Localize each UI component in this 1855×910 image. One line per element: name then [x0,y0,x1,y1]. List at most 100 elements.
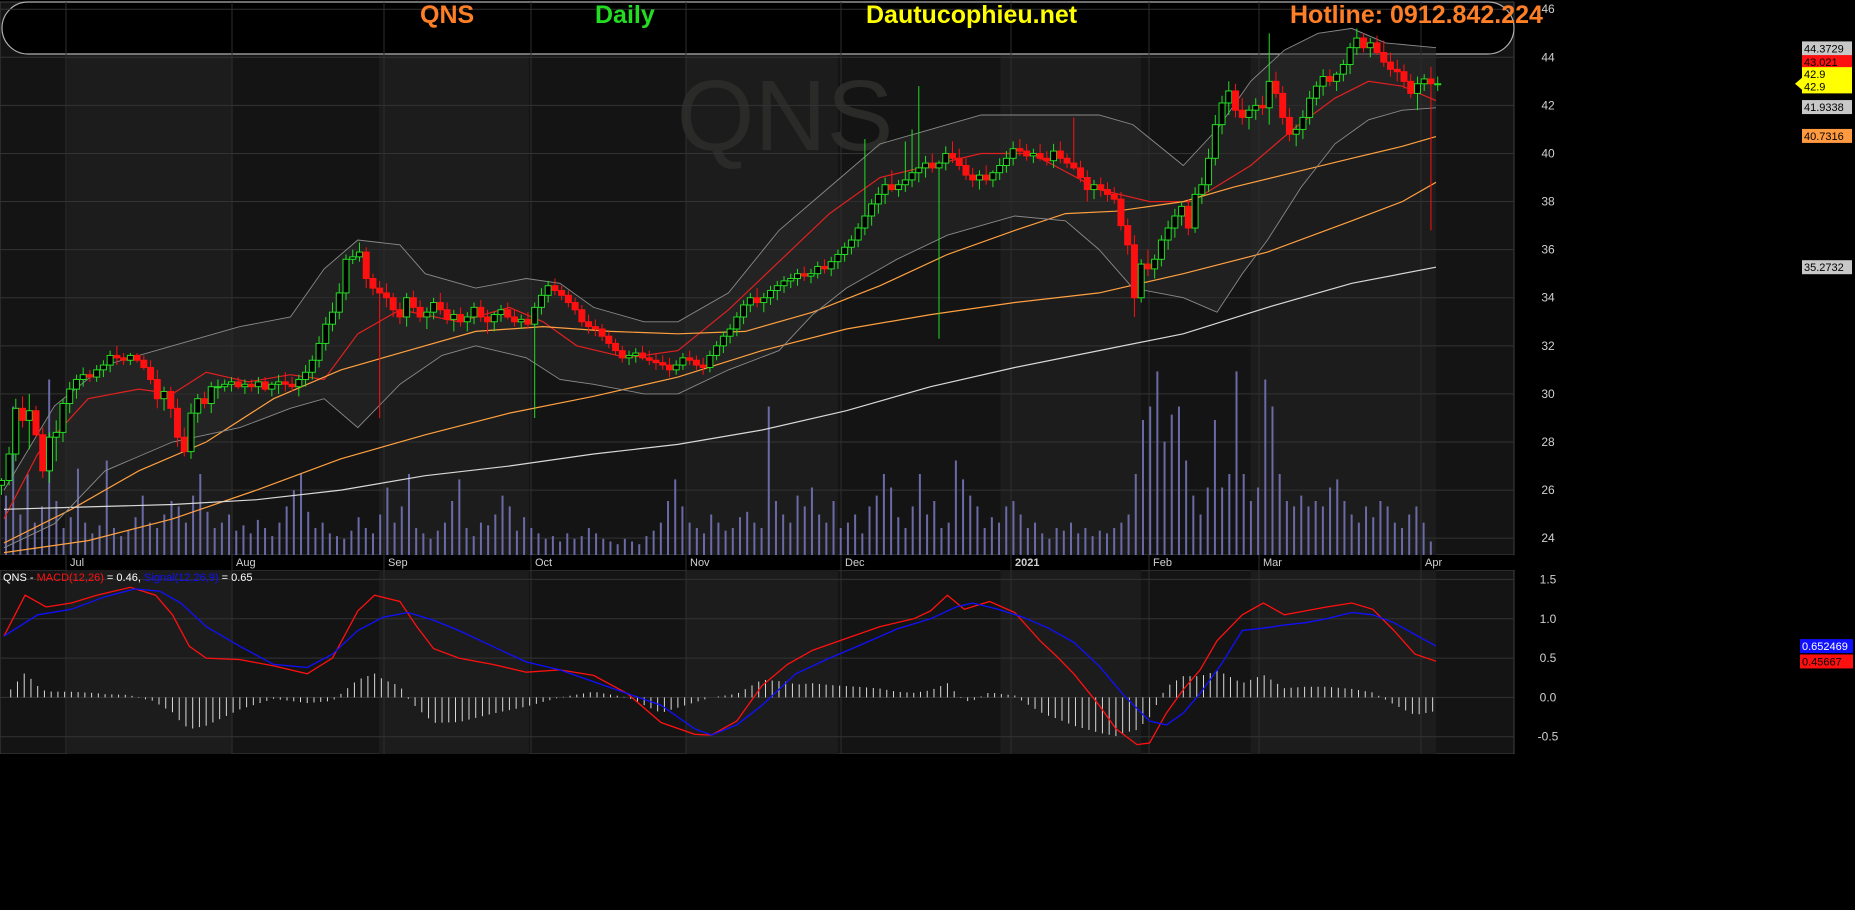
month-band [1000,2,1142,555]
stock-chart: QNS 24 26 28 30 32 34 36 38 40 42 44 46 Jul Aug Sep Oct… [0,0,1855,910]
month-band [67,570,232,754]
candle-body [1198,184,1206,195]
candle-body [382,292,390,299]
candle-body [153,378,161,400]
price-tick-label: 32 [1541,339,1555,353]
candle-body [922,162,930,169]
candle-body [167,391,175,409]
candle-body [1393,68,1401,73]
candle-body [160,391,168,400]
month-band [1250,570,1436,754]
candle-body [861,215,869,229]
candle-body [1346,47,1354,66]
candle-body [207,386,215,405]
candle-body [787,278,795,282]
candle-body [1056,150,1064,159]
candle-body [1157,239,1165,260]
candle-body [1373,42,1381,53]
candle-body [389,297,397,311]
candle-body [248,383,256,388]
candle-body [396,309,404,318]
month-label: Jul [70,557,84,569]
bottom-strip [0,754,1855,910]
month-label: Aug [236,557,256,569]
month-label: Nov [690,557,710,569]
candle-body [847,239,855,248]
candle-body [1070,162,1078,169]
month-label: Dec [845,557,865,569]
candle-body [200,398,208,405]
candle-body [1333,73,1341,82]
candle-body [1036,152,1044,159]
candle-body [537,294,545,308]
candle-body [504,309,512,318]
candle-body [706,354,714,368]
candle-body [1252,104,1260,111]
candle-body [1420,78,1428,85]
candle-body [5,453,13,481]
legend-macd-value: = 0.46, [104,572,144,584]
candle-body [52,431,60,438]
month-band [378,570,529,754]
candle-body [463,316,471,323]
symbol-title: QNS [420,1,475,29]
candle-body [1205,157,1213,186]
candle-body [1299,116,1307,130]
candle-body [793,273,801,280]
candle-body [524,318,532,325]
candle-body [659,362,667,366]
candle-body [881,184,889,195]
month-label: 2021 [1015,557,1039,569]
candle-body [1016,148,1024,152]
candle-body [1279,92,1287,118]
candle-body [120,357,128,361]
candle-body [652,359,660,364]
price-tick-label: 42 [1541,98,1555,112]
candle-body [928,162,936,169]
legend-signal-name: Signal(12,26,9) [144,572,219,584]
candle-body [571,302,579,311]
candle-body [901,179,909,186]
candle-body [295,378,303,388]
candle-body [355,251,363,258]
candle-body [632,352,640,356]
candle-body [726,328,734,337]
month-label: Mar [1263,557,1282,569]
candle-body [66,388,74,405]
candle-body [12,407,20,455]
candle-body [180,436,188,453]
candle-body [1117,198,1125,227]
candle-body [665,364,673,371]
candle-body [753,297,761,304]
candle-body [1023,150,1031,157]
candle-body [719,335,727,347]
candle-body [692,359,700,366]
chart-window: QNS 24 26 28 30 32 34 36 38 40 42 44 46 Jul Aug Sep Oct… [0,0,1855,910]
candle-body [807,273,815,277]
macd-tag: 0.652469 [1802,641,1848,653]
candle-body [510,316,518,323]
candle-body [639,352,647,359]
candle-body [329,311,337,325]
candle-body [955,157,963,166]
candle-body [45,436,53,472]
candle-body [820,265,828,270]
candle-body [409,297,417,308]
candle-body [1353,37,1361,49]
candle-body [32,410,40,436]
candle-body [59,403,67,433]
month-label: Apr [1425,557,1442,569]
candle-body [349,256,357,260]
macd-legend: QNS - MACD(12,26) = 0.46, Signal(12,26,9… [3,572,253,584]
candle-body [1319,76,1327,87]
month-band [686,570,838,754]
candle-body [1090,184,1098,191]
hotline-title: Hotline: 0912.842.224 [1290,1,1543,29]
price-tick-label: 44 [1541,50,1555,64]
candle-body [598,328,606,337]
candle-body [1218,102,1226,126]
candle-body [1272,80,1280,94]
candle-body [450,314,458,320]
candle-body [72,378,80,390]
candle-body [699,364,707,368]
